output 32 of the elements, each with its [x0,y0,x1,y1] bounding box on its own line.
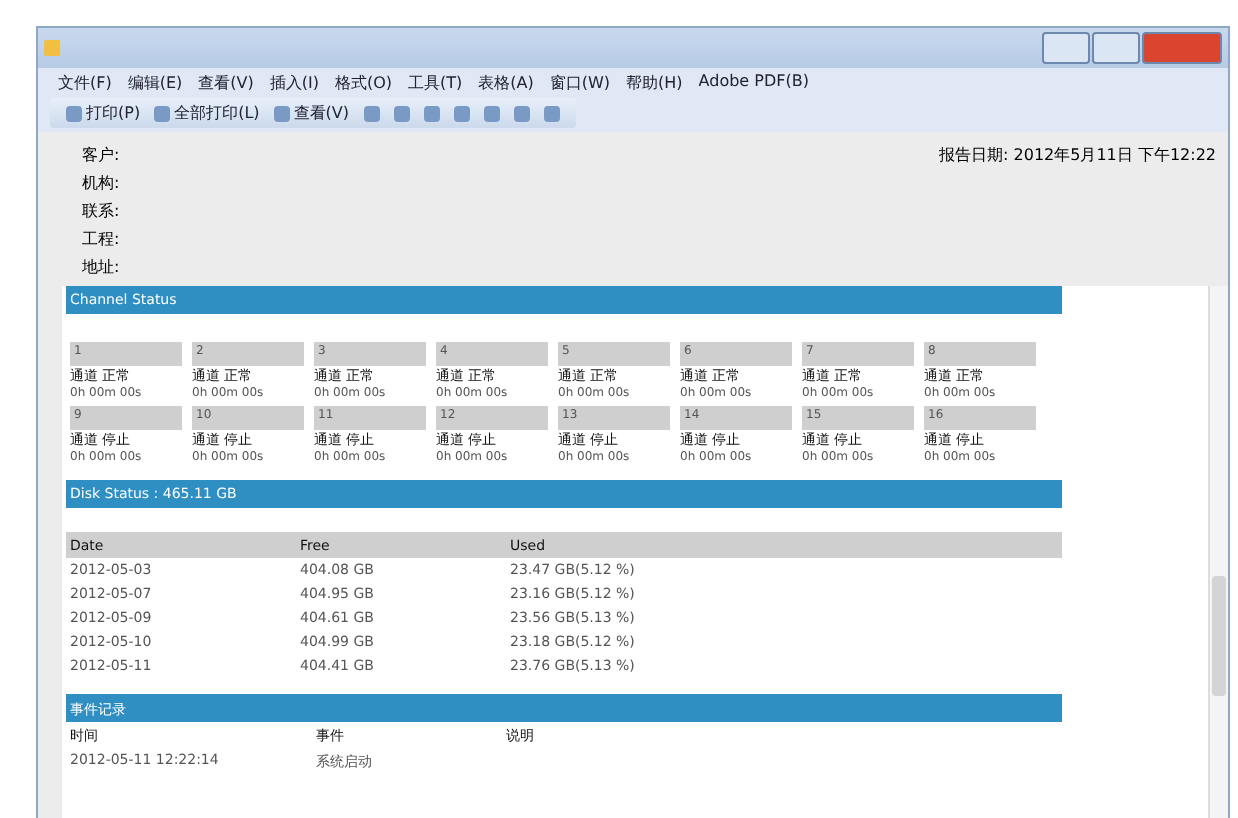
menu-item[interactable]: Adobe PDF(B) [698,72,809,94]
app-icon [44,40,60,56]
toolbar-button[interactable]: 全部打印(L) [150,100,264,126]
field-label: 客户: [82,144,120,166]
close-button[interactable] [1142,32,1222,64]
toolbar-button[interactable]: 查看(V) [269,100,353,126]
minimize-button[interactable] [1042,32,1090,64]
menu-item[interactable]: 窗口(W) [549,72,611,94]
scroll-thumb[interactable] [1212,576,1226,696]
toolbar-icon[interactable] [419,103,443,123]
field-label: 地址: [82,256,120,278]
toolbar-icon[interactable] [389,103,413,123]
field-label: 联系: [82,200,120,222]
scrollbar[interactable] [1208,286,1228,818]
toolbar-icon[interactable] [359,103,383,123]
menu-item[interactable]: 表格(A) [478,72,534,94]
toolbar-icon[interactable] [509,103,533,123]
toolbar-icon[interactable] [539,103,563,123]
report-date: 报告日期: 2012年5月11日 下午12:22 [939,144,1216,168]
menu-item[interactable]: 文件(F) [58,72,112,94]
menu-item[interactable]: 工具(T) [408,72,463,94]
menu-item[interactable]: 插入(I) [269,72,319,94]
menu-item[interactable]: 编辑(E) [127,72,183,94]
menu-item[interactable]: 帮助(H) [626,72,683,94]
field-label: 机构: [82,172,120,194]
maximize-button[interactable] [1092,32,1140,64]
toolbar-button[interactable]: 打印(P) [62,100,145,126]
toolbar-icon[interactable] [479,103,503,123]
toolbar-icon[interactable] [449,103,473,123]
field-label: 工程: [82,228,120,250]
menu-item[interactable]: 查看(V) [198,72,254,94]
menu-item[interactable]: 格式(O) [334,72,393,94]
